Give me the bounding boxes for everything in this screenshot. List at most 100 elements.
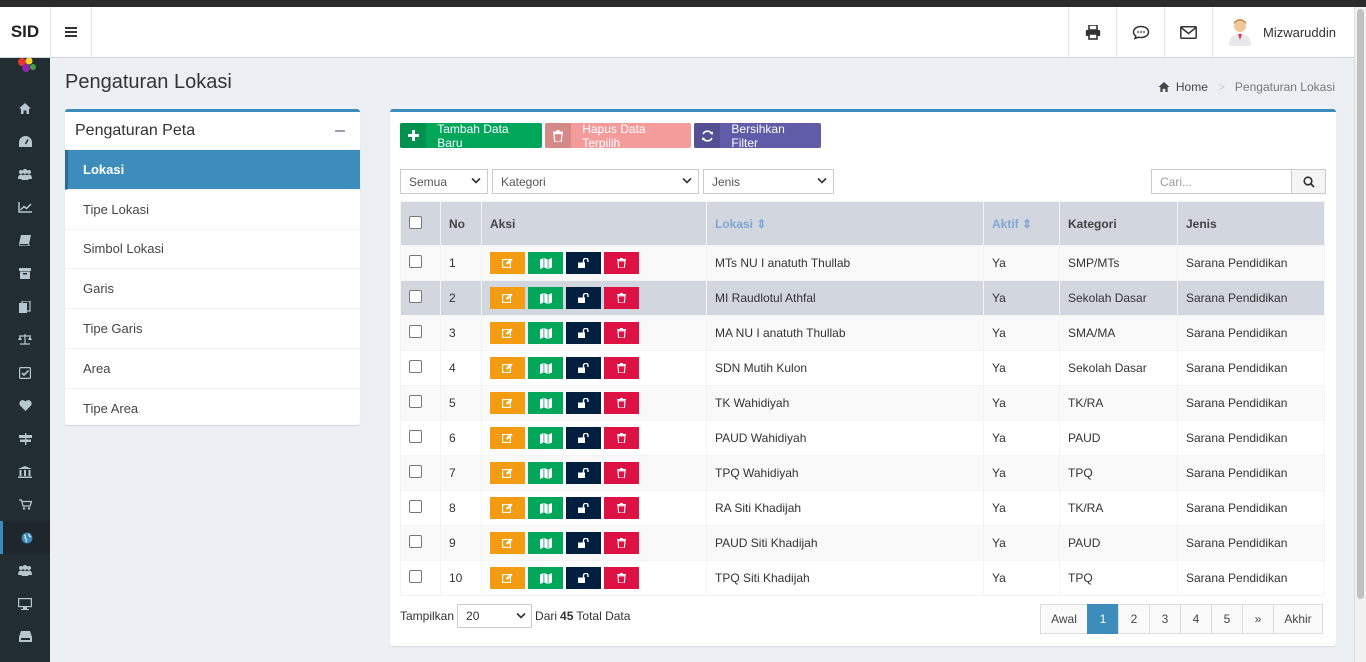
menu-item-lokasi[interactable]: Lokasi — [65, 150, 360, 190]
menu-item-tipe-lokasi[interactable]: Tipe Lokasi — [65, 190, 360, 230]
page-2-button[interactable]: 2 — [1118, 604, 1150, 634]
sidebar-item-verification[interactable] — [0, 356, 50, 389]
sidebar-item-letters[interactable] — [0, 290, 50, 323]
delete-button[interactable] — [604, 392, 639, 414]
page-scrollbar[interactable] — [1354, 7, 1366, 662]
scrollbar-thumb[interactable] — [1357, 9, 1364, 599]
map-button[interactable] — [528, 497, 563, 519]
sidebar-toggle-button[interactable] — [50, 7, 92, 57]
page-last-button[interactable]: Akhir — [1273, 604, 1323, 634]
edit-button[interactable] — [490, 252, 525, 274]
edit-button[interactable] — [490, 287, 525, 309]
delete-button[interactable] — [604, 532, 639, 554]
map-button[interactable] — [528, 287, 563, 309]
edit-button[interactable] — [490, 567, 525, 589]
row-checkbox[interactable] — [409, 570, 422, 583]
delete-button[interactable] — [604, 427, 639, 449]
edit-button[interactable] — [490, 497, 525, 519]
delete-button[interactable] — [604, 357, 639, 379]
row-checkbox[interactable] — [409, 535, 422, 548]
unlock-button[interactable] — [566, 497, 601, 519]
row-checkbox[interactable] — [409, 500, 422, 513]
menu-item-garis[interactable]: Garis — [65, 269, 360, 310]
sidebar-item-home[interactable] — [0, 92, 50, 125]
page-5-button[interactable]: 5 — [1211, 604, 1243, 634]
unlock-button[interactable] — [566, 322, 601, 344]
map-button[interactable] — [528, 462, 563, 484]
search-input[interactable]: Cari... — [1151, 169, 1292, 194]
sidebar-item-finance[interactable] — [0, 455, 50, 488]
delete-button[interactable] — [604, 322, 639, 344]
clear-filter-button[interactable]: Bersihkan Filter — [694, 122, 821, 150]
page-first-button[interactable]: Awal — [1040, 604, 1088, 634]
map-button[interactable] — [528, 427, 563, 449]
messages-button[interactable] — [1116, 7, 1164, 57]
add-location-button[interactable]: Tambah Data Baru — [400, 122, 542, 150]
select-all-checkbox[interactable] — [409, 215, 422, 229]
page-1-button[interactable]: 1 — [1087, 604, 1119, 634]
row-checkbox[interactable] — [409, 430, 422, 443]
search-button[interactable] — [1292, 169, 1326, 194]
delete-button[interactable] — [604, 252, 639, 274]
edit-button[interactable] — [490, 462, 525, 484]
sidebar-item-settings[interactable] — [0, 620, 50, 653]
row-checkbox[interactable] — [409, 395, 422, 408]
sidebar-item-development[interactable] — [0, 422, 50, 455]
delete-selected-button[interactable]: Hapus Data Terpilih — [545, 122, 691, 150]
menu-item-area[interactable]: Area — [65, 349, 360, 389]
sidebar-item-residents[interactable] — [0, 158, 50, 191]
sidebar-item-market[interactable] — [0, 488, 50, 521]
row-checkbox[interactable] — [409, 255, 422, 268]
sidebar-item-dashboard[interactable] — [0, 125, 50, 158]
status-filter-select[interactable]: Semua — [400, 169, 488, 194]
row-checkbox[interactable] — [409, 360, 422, 373]
page-next-button[interactable]: » — [1242, 604, 1274, 634]
sidebar-item-legal[interactable] — [0, 323, 50, 356]
sidebar-item-archive[interactable] — [0, 257, 50, 290]
edit-button[interactable] — [490, 427, 525, 449]
delete-button[interactable] — [604, 497, 639, 519]
category-filter-select[interactable]: Kategori — [492, 169, 699, 194]
collapse-button[interactable] — [330, 121, 350, 141]
sidebar-item-health[interactable] — [0, 389, 50, 422]
sidebar-item-groups[interactable] — [0, 554, 50, 587]
row-checkbox[interactable] — [409, 325, 422, 338]
delete-button[interactable] — [604, 462, 639, 484]
edit-button[interactable] — [490, 532, 525, 554]
type-filter-select[interactable]: Jenis — [703, 169, 834, 194]
menu-item-simbol-lokasi[interactable]: Simbol Lokasi — [65, 230, 360, 270]
unlock-button[interactable] — [566, 252, 601, 274]
edit-button[interactable] — [490, 322, 525, 344]
print-button[interactable] — [1068, 7, 1116, 57]
map-button[interactable] — [528, 392, 563, 414]
menu-item-tipe-area[interactable]: Tipe Area — [65, 389, 360, 429]
map-button[interactable] — [528, 357, 563, 379]
sidebar-item-documents[interactable] — [0, 224, 50, 257]
menu-item-tipe-garis[interactable]: Tipe Garis — [65, 309, 360, 349]
sidebar-item-statistics[interactable] — [0, 191, 50, 224]
map-button[interactable] — [528, 252, 563, 274]
unlock-button[interactable] — [566, 462, 601, 484]
edit-button[interactable] — [490, 357, 525, 379]
row-checkbox[interactable] — [409, 290, 422, 303]
edit-button[interactable] — [490, 392, 525, 414]
col-lokasi-sortable[interactable]: Lokasi ⇕ — [706, 201, 984, 246]
unlock-button[interactable] — [566, 427, 601, 449]
sidebar-item-map[interactable] — [0, 521, 50, 554]
col-aktif-sortable[interactable]: Aktif ⇕ — [983, 201, 1060, 246]
inbox-button[interactable] — [1164, 7, 1212, 57]
page-4-button[interactable]: 4 — [1180, 604, 1212, 634]
delete-button[interactable] — [604, 287, 639, 309]
unlock-button[interactable] — [566, 567, 601, 589]
row-checkbox[interactable] — [409, 465, 422, 478]
delete-button[interactable] — [604, 567, 639, 589]
map-button[interactable] — [528, 322, 563, 344]
sidebar-item-admin-web[interactable] — [0, 587, 50, 620]
map-button[interactable] — [528, 567, 563, 589]
breadcrumb-home[interactable]: Home — [1158, 80, 1208, 94]
map-button[interactable] — [528, 532, 563, 554]
unlock-button[interactable] — [566, 357, 601, 379]
unlock-button[interactable] — [566, 392, 601, 414]
page-size-select[interactable]: 20 — [457, 604, 533, 628]
unlock-button[interactable] — [566, 287, 601, 309]
